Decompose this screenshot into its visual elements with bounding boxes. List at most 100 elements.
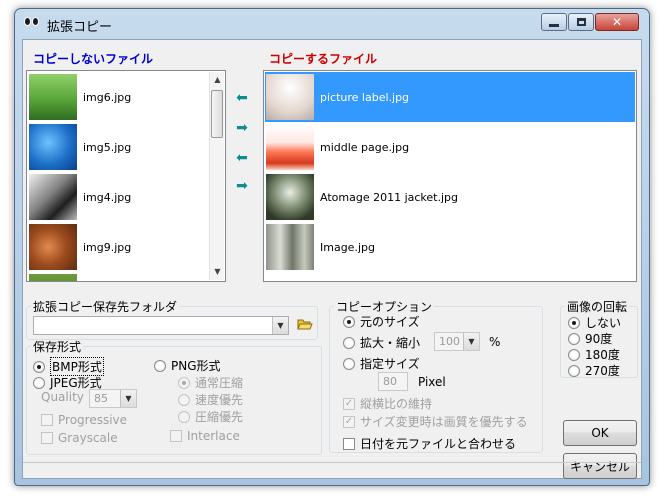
move-left-button[interactable]: ⬅	[235, 91, 249, 105]
grayscale-option[interactable]: Grayscale	[41, 431, 118, 445]
original-size-option[interactable]: 元のサイズ	[343, 313, 420, 330]
file-name: img5.jpg	[83, 140, 132, 154]
progressive-option[interactable]: Progressive	[41, 413, 127, 427]
scrollbar-thumb[interactable]	[211, 90, 223, 138]
radio-icon[interactable]	[154, 359, 166, 372]
pixel-input[interactable]: 80	[378, 372, 408, 391]
move-all-right-button[interactable]: ➡	[235, 178, 249, 194]
thumbnail-image	[29, 124, 77, 170]
radio-icon[interactable]	[343, 315, 355, 328]
right-panel-header: コピーするファイル	[269, 52, 378, 66]
rotation-180-option[interactable]: 180度	[568, 346, 620, 363]
checkbox-icon[interactable]	[343, 437, 355, 450]
quality-combo[interactable]: 85 ▼	[89, 389, 137, 408]
rotation-270-label: 270度	[585, 364, 620, 378]
checkbox-icon[interactable]	[41, 432, 53, 444]
chevron-down-icon[interactable]: ▼	[272, 317, 288, 334]
dest-folder-combo[interactable]: ▼	[33, 316, 289, 335]
png-label: PNG形式	[171, 359, 221, 373]
rotation-legend: 画像の回転	[567, 300, 628, 314]
match-date-label: 日付を元ファイルと合わせる	[360, 437, 517, 451]
save-format-legend: 保存形式	[33, 340, 82, 354]
file-name: picture label.jpg	[320, 90, 410, 104]
png-option[interactable]: PNG形式	[154, 357, 221, 374]
title-bar[interactable]: 拡張コピー ✕	[15, 9, 649, 39]
file-list-item[interactable]: middle page.jpg	[265, 122, 635, 172]
folder-open-icon	[297, 319, 313, 330]
client-area: コピーしないファイル img6.jpg img5.jpg img4.jpg img9.…	[22, 39, 642, 479]
file-list-item[interactable]: img4.jpg	[28, 172, 224, 222]
checkbox-icon[interactable]	[41, 414, 53, 426]
move-right-button[interactable]: ➡	[235, 121, 249, 135]
file-list-item[interactable]: img5.jpg	[28, 122, 224, 172]
pixel-label: Pixel	[418, 375, 446, 389]
exclude-file-list[interactable]: img6.jpg img5.jpg img4.jpg img9.jpg ▲ ▼	[26, 70, 226, 282]
thumbnail-image	[266, 224, 314, 270]
radio-icon[interactable]	[178, 376, 190, 389]
file-name: img4.jpg	[83, 190, 132, 204]
left-list-scrollbar[interactable]: ▲ ▼	[209, 72, 224, 280]
file-list-item[interactable]	[28, 272, 224, 281]
keep-ratio-option[interactable]: ✓ 縦横比の維持	[343, 395, 432, 412]
file-name: middle page.jpg	[320, 140, 410, 154]
interlace-option[interactable]: Interlace	[170, 429, 240, 443]
scroll-down-icon[interactable]: ▼	[210, 264, 225, 280]
radio-icon[interactable]	[568, 316, 580, 329]
radio-icon[interactable]	[568, 332, 580, 345]
app-icon	[23, 15, 43, 29]
scale-option[interactable]: 拡大・縮小	[343, 334, 420, 351]
png-comp-option[interactable]: 圧縮優先	[178, 408, 243, 425]
maximize-button[interactable]	[568, 13, 594, 31]
rotation-none-label: しない	[585, 316, 622, 330]
checkbox-icon[interactable]: ✓	[343, 397, 355, 410]
ok-button[interactable]: OK	[563, 420, 637, 446]
move-all-left-button[interactable]: ⬅	[235, 150, 249, 166]
chevron-down-icon[interactable]: ▼	[120, 390, 136, 407]
browse-folder-button[interactable]	[297, 317, 313, 333]
png-normal-option[interactable]: 通常圧縮	[178, 374, 243, 391]
file-list-item[interactable]: picture label.jpg	[265, 72, 635, 122]
radio-icon[interactable]	[33, 376, 45, 389]
original-size-label: 元のサイズ	[360, 315, 420, 329]
thumbnail-image	[29, 274, 77, 281]
close-button[interactable]: ✕	[595, 13, 639, 31]
radio-icon[interactable]	[343, 336, 355, 349]
checkbox-icon[interactable]	[170, 430, 182, 442]
dest-folder-legend: 拡張コピー保存先フォルダ	[33, 300, 178, 314]
radio-icon[interactable]	[343, 357, 355, 370]
scale-value: 100	[439, 335, 460, 348]
radio-icon[interactable]	[568, 364, 580, 377]
arrow-left-all-icon: ⬅	[236, 150, 248, 166]
rotation-90-option[interactable]: 90度	[568, 330, 612, 347]
rotation-none-option[interactable]: しない	[568, 314, 621, 331]
progressive-label: Progressive	[58, 413, 128, 427]
radio-icon[interactable]	[33, 360, 45, 373]
copy-file-list[interactable]: picture label.jpg middle page.jpg Atomage …	[263, 70, 637, 282]
thumbnail-image	[266, 174, 314, 220]
chevron-down-icon[interactable]: ▼	[463, 333, 479, 350]
thumbnail-image	[266, 124, 314, 170]
quality-priority-option[interactable]: ✓ サイズ変更時は画質を優先する	[343, 413, 528, 430]
specified-size-label: 指定サイズ	[360, 357, 420, 371]
radio-icon[interactable]	[178, 393, 190, 406]
quality-value: 85	[94, 392, 108, 405]
png-speed-label: 速度優先	[195, 393, 244, 407]
file-list-item[interactable]: Image.jpg	[265, 222, 635, 272]
thumbnail-image	[29, 74, 77, 120]
rotation-270-option[interactable]: 270度	[568, 362, 620, 379]
file-list-item[interactable]: Atomage 2011 jacket.jpg	[265, 172, 635, 222]
main-window: 拡張コピー ✕ コピーしないファイル img6.jpg img5.jpg img4.…	[14, 8, 650, 486]
file-list-item[interactable]: img9.jpg	[28, 222, 224, 272]
arrow-right-all-icon: ➡	[236, 178, 248, 194]
minimize-button[interactable]	[541, 13, 567, 31]
scale-combo[interactable]: 100 ▼	[434, 332, 480, 351]
specified-size-option[interactable]: 指定サイズ	[343, 355, 420, 372]
scroll-up-icon[interactable]: ▲	[210, 72, 225, 88]
file-list-item[interactable]: img6.jpg	[28, 72, 224, 122]
radio-icon[interactable]	[568, 348, 580, 361]
png-speed-option[interactable]: 速度優先	[178, 391, 243, 408]
radio-icon[interactable]	[178, 410, 190, 423]
checkbox-icon[interactable]: ✓	[343, 415, 355, 428]
match-date-option[interactable]: 日付を元ファイルと合わせる	[343, 435, 516, 452]
percent-label: %	[489, 335, 501, 349]
